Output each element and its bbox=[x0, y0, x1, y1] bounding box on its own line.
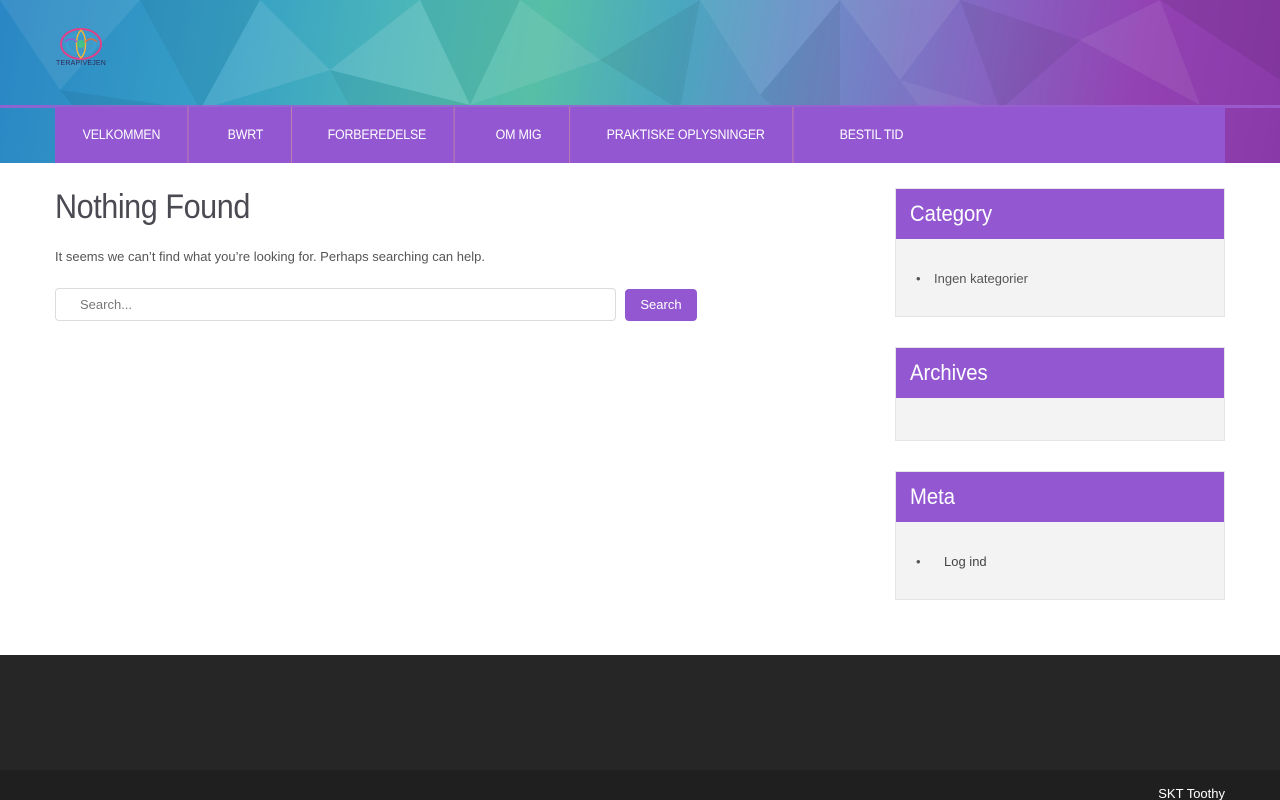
search-button[interactable]: Search bbox=[625, 288, 697, 321]
search-input[interactable] bbox=[55, 288, 616, 321]
bullet-icon: • bbox=[916, 554, 921, 569]
nav-item-om-mig[interactable]: OM MIG bbox=[468, 107, 571, 163]
nav-item-bestil-tid[interactable]: BESTIL TID bbox=[812, 107, 931, 163]
not-found-message: It seems we can’t find what you’re looki… bbox=[55, 249, 485, 264]
nav-item-velkommen[interactable]: VELKOMMEN bbox=[55, 107, 189, 163]
nav-item-praktiske-oplysninger[interactable]: PRAKTISKE OPLYSNINGER bbox=[579, 107, 794, 163]
category-list: Ingen kategorier bbox=[896, 239, 1224, 286]
meta-list-item: • Log ind bbox=[916, 554, 1224, 569]
main-content: Nothing Found It seems we can’t find wha… bbox=[55, 188, 875, 321]
search-form: Search bbox=[55, 288, 697, 321]
category-widget: Category Ingen kategorier bbox=[895, 188, 1225, 317]
main-navigation: VELKOMMEN BWRT FORBEREDELSE OM MIG PRAKT… bbox=[55, 107, 1225, 163]
page-title: Nothing Found bbox=[55, 188, 250, 226]
meta-widget-title: Meta bbox=[896, 472, 1224, 522]
site-footer bbox=[0, 655, 1280, 770]
meta-list: • Log ind bbox=[896, 522, 1224, 569]
nav-item-bwrt[interactable]: BWRT bbox=[200, 107, 293, 163]
footer-bottom-bar: SKT Toothy bbox=[0, 770, 1280, 800]
archives-widget: Archives bbox=[895, 347, 1225, 441]
logo-text: TERAPIVEJEN bbox=[55, 60, 107, 67]
archives-widget-title: Archives bbox=[896, 348, 1224, 398]
category-list-item: Ingen kategorier bbox=[916, 271, 1224, 286]
nav-item-forberedelse[interactable]: FORBEREDELSE bbox=[300, 107, 455, 163]
category-widget-title: Category bbox=[896, 189, 1224, 239]
footer-credit-link[interactable]: SKT Toothy bbox=[1158, 786, 1225, 800]
meta-widget: Meta • Log ind bbox=[895, 471, 1225, 600]
log-in-link[interactable]: Log ind bbox=[944, 554, 987, 569]
